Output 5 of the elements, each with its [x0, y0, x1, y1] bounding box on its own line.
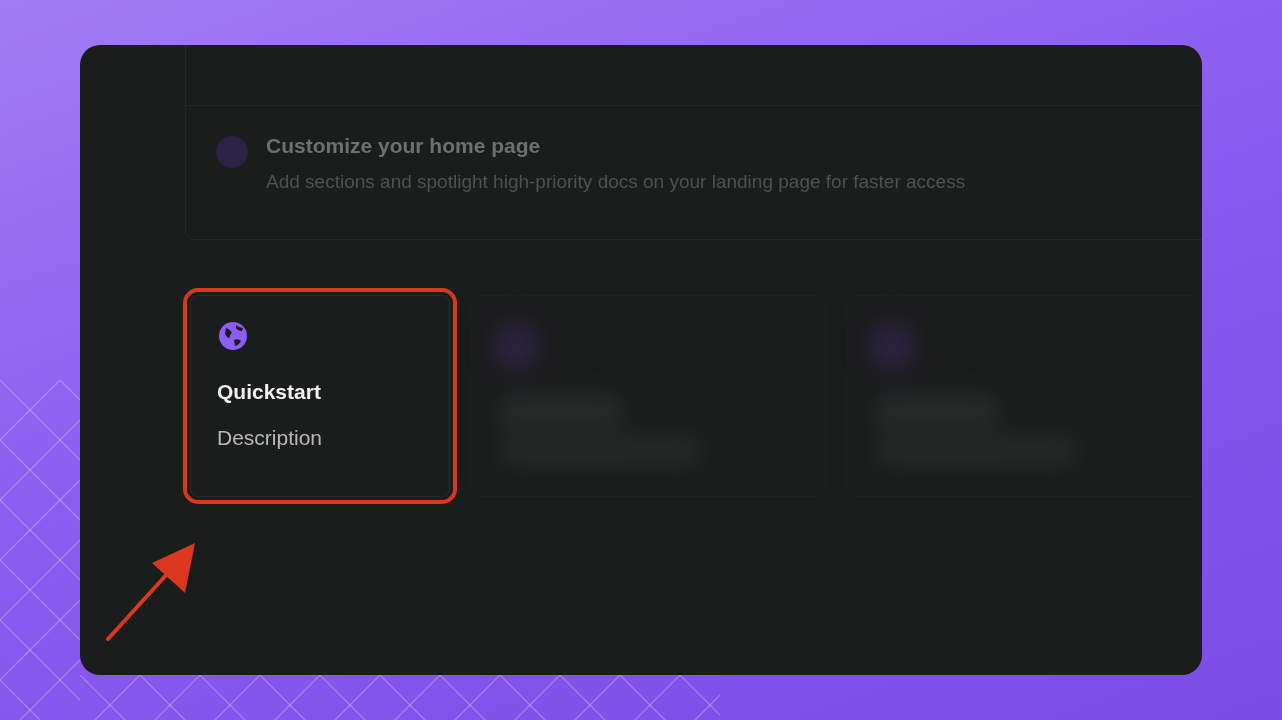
card-description: Description — [217, 424, 324, 451]
card-title: Quickstart — [217, 379, 322, 405]
globe-icon — [217, 320, 249, 352]
item-title: Customize your home page — [266, 133, 542, 159]
step-icon — [216, 136, 248, 168]
